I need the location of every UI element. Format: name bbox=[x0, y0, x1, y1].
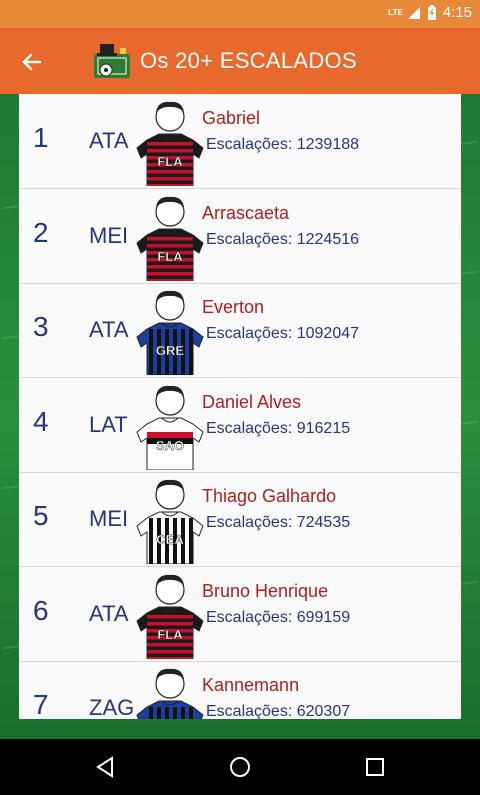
player-row[interactable]: 7 ZAG GRE Kannemann Escalações: 620307 bbox=[19, 661, 461, 719]
selections-count: 620307 bbox=[296, 703, 351, 719]
player-row[interactable]: 6 ATA FLA Bruno Henrique Escalações: 699… bbox=[19, 567, 461, 662]
signal-icon bbox=[407, 6, 420, 19]
player-shirt-icon: CEA bbox=[136, 479, 204, 564]
clock: 4:15 bbox=[442, 4, 472, 21]
app-bar: Os 20+ ESCALADOS bbox=[0, 28, 480, 94]
player-shirt-icon: SAO bbox=[136, 385, 204, 470]
player-selections: Escalações: 1224516 bbox=[206, 231, 359, 249]
nav-recents-icon[interactable] bbox=[361, 753, 389, 781]
selections-label: Escalações: bbox=[206, 325, 293, 342]
club-label: FLA bbox=[157, 627, 183, 642]
selections-count: 1224516 bbox=[296, 230, 360, 248]
selections-count: 916215 bbox=[296, 419, 351, 437]
field-background: 1 ATA FLA Gabriel Escalações: 1239188 2 … bbox=[0, 94, 480, 739]
player-shirt-icon: GRE bbox=[136, 668, 204, 719]
player-position: ATA bbox=[89, 600, 129, 626]
back-arrow-icon[interactable] bbox=[18, 48, 46, 76]
status-bar: LTE 4:15 bbox=[0, 0, 480, 28]
nav-home-icon[interactable] bbox=[226, 753, 254, 781]
player-rank: 2 bbox=[33, 216, 49, 248]
player-row[interactable]: 5 MEI CEA Thiago Galhardo Escalações: 72… bbox=[19, 472, 461, 567]
player-rank: 7 bbox=[33, 689, 49, 719]
club-label: CEA bbox=[156, 532, 184, 547]
player-list: 1 ATA FLA Gabriel Escalações: 1239188 2 … bbox=[19, 94, 461, 719]
player-row[interactable]: 4 LAT SAO Daniel Alves Escalações: 91621… bbox=[19, 378, 461, 473]
app-logo-icon bbox=[94, 44, 130, 78]
player-selections: Escalações: 1239188 bbox=[206, 136, 359, 154]
battery-icon bbox=[427, 4, 436, 20]
player-name: Gabriel bbox=[202, 108, 261, 128]
selections-count: 724535 bbox=[296, 514, 351, 531]
navigation-bar bbox=[0, 739, 480, 795]
player-position: ATA bbox=[89, 128, 129, 153]
player-position: LAT bbox=[89, 411, 128, 437]
player-row[interactable]: 2 MEI FLA Arrascaeta Escalações: 1224516 bbox=[19, 189, 461, 284]
selections-label: Escalações: bbox=[206, 136, 293, 153]
network-type: LTE bbox=[388, 8, 403, 17]
player-rank: 4 bbox=[33, 405, 49, 437]
player-selections: Escalações: 1092047 bbox=[206, 325, 359, 343]
club-label: GRE bbox=[156, 343, 185, 358]
player-position: ATA bbox=[89, 317, 129, 342]
player-selections: Escalações: 916215 bbox=[206, 420, 350, 438]
selections-label: Escalações: bbox=[206, 419, 293, 437]
player-shirt-icon: FLA bbox=[136, 574, 204, 659]
selections-count: 1239188 bbox=[296, 136, 360, 153]
player-shirt-icon: FLA bbox=[136, 101, 204, 186]
player-rank: 3 bbox=[33, 311, 49, 342]
club-label: FLA bbox=[157, 154, 183, 169]
player-selections: Escalações: 724535 bbox=[206, 514, 350, 532]
nav-back-icon[interactable] bbox=[92, 753, 120, 781]
selections-label: Escalações: bbox=[206, 514, 293, 531]
player-position: MEI bbox=[89, 506, 129, 531]
selections-label: Escalações: bbox=[206, 608, 293, 626]
player-name: Everton bbox=[202, 297, 265, 317]
club-label: SAO bbox=[156, 438, 184, 453]
selections-label: Escalações: bbox=[206, 703, 293, 719]
page-title: Os 20+ ESCALADOS bbox=[140, 48, 357, 73]
player-rank: 5 bbox=[33, 500, 49, 531]
club-label: FLA bbox=[157, 249, 183, 264]
player-name: Thiago Galhardo bbox=[202, 486, 337, 506]
player-row[interactable]: 1 ATA FLA Gabriel Escalações: 1239188 bbox=[19, 94, 461, 189]
selections-count: 699159 bbox=[296, 608, 351, 626]
selections-label: Escalações: bbox=[206, 230, 293, 248]
player-name: Bruno Henrique bbox=[202, 580, 329, 601]
player-selections: Escalações: 620307 bbox=[206, 703, 350, 719]
player-shirt-icon: FLA bbox=[136, 196, 204, 281]
player-selections: Escalações: 699159 bbox=[206, 609, 350, 627]
selections-count: 1092047 bbox=[296, 325, 360, 342]
player-rank: 6 bbox=[33, 594, 49, 626]
player-name: Kannemann bbox=[202, 675, 300, 695]
player-rank: 1 bbox=[33, 122, 49, 153]
player-shirt-icon: GRE bbox=[136, 290, 204, 375]
player-position: ZAG bbox=[89, 695, 135, 719]
player-name: Daniel Alves bbox=[202, 391, 302, 412]
player-row[interactable]: 3 ATA GRE Everton Escalações: 1092047 bbox=[19, 283, 461, 378]
player-position: MEI bbox=[89, 222, 129, 248]
player-name: Arrascaeta bbox=[202, 202, 290, 223]
